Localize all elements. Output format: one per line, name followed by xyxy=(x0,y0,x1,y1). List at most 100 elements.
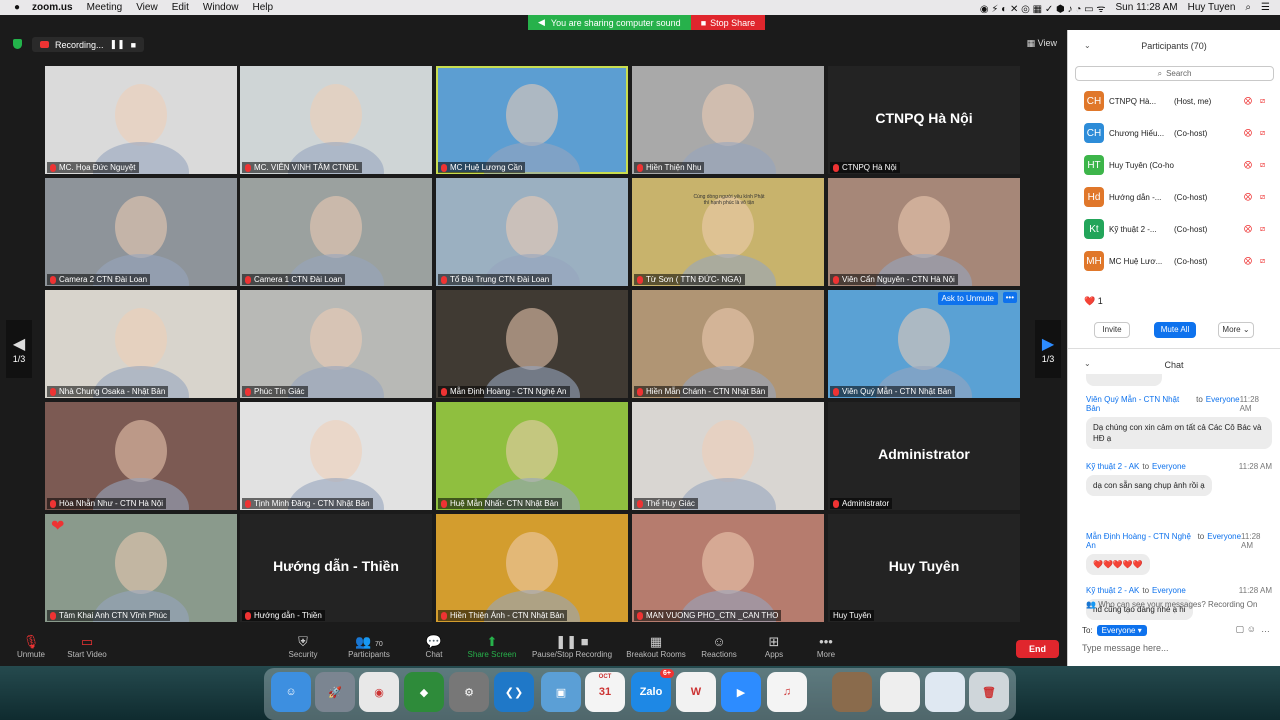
apps-button[interactable]: ⊞ Apps xyxy=(760,634,788,659)
recipient-select[interactable]: Everyone ▾ xyxy=(1096,625,1147,636)
video-tile-hien-thien-anh-ctn-nhat-ban[interactable]: Hiền Thiện Ánh - CTN Nhật Bản xyxy=(436,514,628,622)
menu-app[interactable]: zoom.us xyxy=(32,2,73,13)
apple-icon[interactable]: ● xyxy=(14,2,20,13)
dock-system-preferences-icon[interactable]: ⚙ xyxy=(449,672,489,712)
clock[interactable]: Sun 11:28 AM xyxy=(1116,2,1178,13)
dock-app-icon[interactable]: ▣ xyxy=(541,672,581,712)
mic-muted-icon[interactable]: ⨂ xyxy=(1244,160,1252,170)
dock-trash-icon[interactable]: 🗑 xyxy=(969,672,1009,712)
mute-all-button[interactable]: Mute All xyxy=(1154,322,1196,338)
unmute-button[interactable]: 🎙 Unmute xyxy=(12,634,50,659)
dock-itunes-icon[interactable]: ♫ xyxy=(767,672,807,712)
menu-edit[interactable]: Edit xyxy=(172,2,189,13)
more-options-button[interactable]: More ⌄ xyxy=(1218,322,1254,338)
video-off-icon[interactable]: ⧄ xyxy=(1260,224,1265,234)
dock-zoom-icon[interactable]: ▶ xyxy=(721,672,761,712)
video-off-icon[interactable]: ⧄ xyxy=(1260,256,1265,266)
dock-calendar-icon[interactable]: 31 OCT xyxy=(585,672,625,712)
dock-zalo-icon[interactable]: Zalo 6+ xyxy=(631,669,674,712)
breakout-rooms-button[interactable]: ▦ Breakout Rooms xyxy=(622,634,690,659)
ellipsis-icon[interactable]: … xyxy=(1261,624,1270,634)
mic-muted-icon[interactable]: ⨂ xyxy=(1244,128,1252,138)
start-video-button[interactable]: ▭ Start Video xyxy=(62,634,112,659)
video-tile-mc-hoa-duc-nguyet[interactable]: MC. Họa Đức Nguyệt xyxy=(45,66,237,174)
participants-search-input[interactable]: ⌕ Search xyxy=(1075,66,1274,81)
security-shield-icon[interactable] xyxy=(13,39,22,49)
view-button[interactable]: ▦ View xyxy=(1027,38,1057,49)
chat-sender[interactable]: Viên Quý Mẫn - CTN Nhật Bản xyxy=(1086,395,1193,413)
video-tile-man-dinh-hoang-ctn-nghe-an[interactable]: Mẫn Định Hoàng - CTN Nghệ An xyxy=(436,290,628,398)
participant-row[interactable]: MH MC Huệ Lươ... (Co-host) ⨂ ⧄ xyxy=(1084,249,1274,273)
chat-button[interactable]: 💬 Chat xyxy=(420,634,448,659)
tile-more-button[interactable]: ••• xyxy=(1002,292,1017,303)
participant-row[interactable]: Hd Hướng dẫn -... (Co-host) ⨂ ⧄ xyxy=(1084,185,1274,209)
video-tile-tu-son-ttn-duc-nga[interactable]: Cùng dòng người yêu kính Phật thì hạnh p… xyxy=(632,178,824,286)
video-tile-hoa-nhan-nhu-ctn-ha-noi[interactable]: Hòa Nhẫn Như - CTN Hà Nội xyxy=(45,402,237,510)
menu-window[interactable]: Window xyxy=(203,2,239,13)
mic-muted-icon[interactable]: ⨂ xyxy=(1244,224,1252,234)
status-icons[interactable]: ◉ ⚡ ◐ ✕ ◎ ▦ ✓ ⬢ ♪ ◔ ▭ ᯤ xyxy=(980,1,1106,15)
chat-sender[interactable]: Kỹ thuật 2 - AK xyxy=(1086,462,1139,471)
emoji-icon[interactable]: ☺ xyxy=(1247,624,1256,634)
pause-recording-icon[interactable]: ❚❚ xyxy=(110,39,125,50)
video-tile-man-vuong-pho-ctn-can-tho[interactable]: MAN VUONG PHO_CTN _CAN THO xyxy=(632,514,824,622)
video-off-icon[interactable]: ⧄ xyxy=(1260,160,1265,170)
participant-row[interactable]: HT Huy Tuyên (Co-host) ⨂ ⧄ xyxy=(1084,153,1274,177)
end-meeting-button[interactable]: End xyxy=(1016,640,1059,658)
stop-share-button[interactable]: ■ Stop Share xyxy=(690,15,766,30)
dock-vs-code-icon[interactable]: ❮❯ xyxy=(494,672,534,712)
next-page-button[interactable]: ▶ 1/3 xyxy=(1035,320,1061,378)
security-button[interactable]: ⛨ Security xyxy=(283,634,323,659)
mic-muted-icon[interactable]: ⨂ xyxy=(1244,96,1252,106)
menu-user[interactable]: Huy Tuyen xyxy=(1188,2,1236,13)
menu-view[interactable]: View xyxy=(136,2,158,13)
video-tile-vien-can-nguyen-ctn-ha-noi[interactable]: Viên Cẩn Nguyên - CTN Hà Nội xyxy=(828,178,1020,286)
more-button[interactable]: ••• More xyxy=(812,634,840,659)
control-center-icon[interactable]: ☰ xyxy=(1261,2,1270,13)
dock-wps-icon[interactable]: W xyxy=(676,672,716,712)
video-off-icon[interactable]: ⧄ xyxy=(1260,128,1265,138)
chat-visibility-notice[interactable]: 👥 Who can see your messages? Recording O… xyxy=(1086,600,1257,609)
video-tile-administrator[interactable]: Administrator Administrator xyxy=(828,402,1020,510)
file-icon[interactable]: ▢ xyxy=(1235,624,1244,635)
video-tile-camera-2-ctn-dai-loan[interactable]: Camera 2 CTN Đài Loan xyxy=(45,178,237,286)
video-tile-to-dai-trung-ctn-dai-loan[interactable]: Tổ Đài Trung CTN Đài Loan xyxy=(436,178,628,286)
video-tile-ctnpq-ha-noi[interactable]: CTNPQ Hà Nội CTNPQ Hà Nội xyxy=(828,66,1020,174)
dock-photo-icon[interactable] xyxy=(832,672,872,712)
menu-help[interactable]: Help xyxy=(253,2,274,13)
participant-row[interactable]: CH CTNPQ Hà... (Host, me) ⨂ ⧄ xyxy=(1084,89,1274,113)
participant-row[interactable]: CH Chương Hiếu... (Co-host) ⨂ ⧄ xyxy=(1084,121,1274,145)
video-tile-huy-tuyen[interactable]: Huy Tuyên Huy Tuyên xyxy=(828,514,1020,622)
video-tile-phuc-tin-giac[interactable]: Phúc Tín Giác xyxy=(240,290,432,398)
video-tile-nha-chung-osaka-nhat-ban[interactable]: Nhà Chung Osaka - Nhật Bản xyxy=(45,290,237,398)
video-tile-tam-khai-anh-ctn-vinh-phuc[interactable]: ❤ Tâm Khai Anh CTN Vĩnh Phúc xyxy=(45,514,237,622)
chat-message-input[interactable]: Type message here... xyxy=(1082,643,1169,653)
dock-window-icon[interactable] xyxy=(925,672,965,712)
ask-to-unmute-button[interactable]: Ask to Unmute xyxy=(937,292,998,305)
sharing-sound-indicator[interactable]: ◀ You are sharing computer sound xyxy=(528,15,691,30)
video-tile-the-huy-giac[interactable]: Thể Huy Giác xyxy=(632,402,824,510)
dock-finder-icon[interactable]: ☺ xyxy=(271,672,311,712)
invite-button[interactable]: Invite xyxy=(1094,322,1130,338)
chat-sender[interactable]: Mẫn Định Hoàng - CTN Nghệ An xyxy=(1086,532,1195,550)
video-tile-hien-man-chanh-ctn-nhat-ban[interactable]: Hiền Mẫn Chánh - CTN Nhật Bản xyxy=(632,290,824,398)
menu-meeting[interactable]: Meeting xyxy=(87,2,123,13)
mic-muted-icon[interactable]: ⨂ xyxy=(1244,256,1252,266)
participants-button[interactable]: 👥 70 Participants xyxy=(342,634,396,659)
dock-chrome-icon[interactable]: ◉ xyxy=(359,672,399,712)
video-off-icon[interactable]: ⧄ xyxy=(1260,96,1265,106)
chat-sender[interactable]: Kỹ thuật 2 - AK xyxy=(1086,586,1139,595)
video-tile-hue-man-nhat-ctn-nhat-ban[interactable]: Huệ Mẫn Nhất- CTN Nhật Bản xyxy=(436,402,628,510)
mic-muted-icon[interactable]: ⨂ xyxy=(1244,192,1252,202)
pause-stop-recording-button[interactable]: ❚❚ ■ Pause/Stop Recording xyxy=(528,634,616,659)
reactions-button[interactable]: ☺ Reactions xyxy=(698,634,740,659)
share-screen-button[interactable]: ⬆ Share Screen xyxy=(462,634,522,659)
participant-row[interactable]: Kt Kỹ thuật 2 -... (Co-host) ⨂ ⧄ xyxy=(1084,217,1274,241)
prev-page-button[interactable]: ◀ 1/3 xyxy=(6,320,32,378)
video-tile-hien-thien-nhu[interactable]: Hiền Thiện Nhu xyxy=(632,66,824,174)
search-icon[interactable]: ⌕ xyxy=(1245,2,1251,13)
dock-doc-icon[interactable] xyxy=(880,672,920,712)
stop-recording-icon[interactable]: ■ xyxy=(131,40,136,50)
video-tile-tinh-minh-dang-ctn-nhat-ban[interactable]: Tịnh Minh Đăng - CTN Nhật Bản xyxy=(240,402,432,510)
video-tile-camera-1-ctn-dai-loan[interactable]: Camera 1 CTN Đài Loan xyxy=(240,178,432,286)
